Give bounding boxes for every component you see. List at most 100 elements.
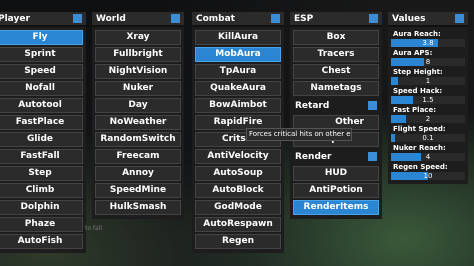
- render-title: Render: [295, 151, 332, 162]
- combat-title: Combat: [196, 13, 235, 24]
- value-label: Flight Speed:: [393, 125, 446, 133]
- module-autosoup[interactable]: AutoSoup: [195, 166, 281, 181]
- module-dolphin[interactable]: Dolphin: [0, 200, 83, 215]
- player-panel: Fly Sprint Speed Nofall Autotool FastPla…: [0, 27, 86, 253]
- module-autorespawn[interactable]: AutoRespawn: [195, 217, 281, 232]
- value-slider[interactable]: 8: [391, 58, 465, 66]
- chat-text: to fall: [85, 225, 103, 232]
- value-row-regen-speed: Regen Speed: 10: [391, 163, 465, 180]
- values-header[interactable]: Values: [388, 12, 468, 27]
- value-slider[interactable]: 10: [391, 172, 465, 180]
- value-row-aura-reach: Aura Reach: 3.8: [391, 30, 465, 47]
- esp-title: ESP: [294, 13, 314, 24]
- player-header[interactable]: Player: [0, 12, 86, 27]
- player-column: Player Fly Sprint Speed Nofall Autotool …: [0, 12, 86, 253]
- value-row-nuker-reach: Nuker Reach: 4: [391, 144, 465, 161]
- module-bowaimbot[interactable]: BowAimbot: [195, 98, 281, 113]
- collapse-toggle-icon[interactable]: [368, 152, 377, 161]
- value-slider[interactable]: 4: [391, 153, 465, 161]
- module-hulksmash[interactable]: HulkSmash: [95, 200, 181, 215]
- value-text: 3.8: [422, 39, 434, 47]
- value-text: 8: [425, 58, 431, 66]
- values-title: Values: [392, 13, 426, 24]
- module-renderitems[interactable]: RenderItems: [293, 200, 379, 215]
- module-autoblock[interactable]: AutoBlock: [195, 183, 281, 198]
- collapse-toggle-icon[interactable]: [73, 14, 82, 23]
- value-label: Fast Place:: [393, 106, 436, 114]
- value-row-step-height: Step Height: 1: [391, 68, 465, 85]
- value-text: 10: [423, 172, 433, 180]
- value-row-aura-aps: Aura APS: 8: [391, 49, 465, 66]
- world-title: World: [96, 13, 126, 24]
- module-tpaura[interactable]: TpAura: [195, 64, 281, 79]
- module-noweather[interactable]: NoWeather: [95, 115, 181, 130]
- collapse-toggle-icon[interactable]: [369, 14, 378, 23]
- module-speed[interactable]: Speed: [0, 64, 83, 79]
- value-text: 4: [425, 153, 431, 161]
- collapse-toggle-icon[interactable]: [455, 14, 464, 23]
- world-header[interactable]: World: [92, 12, 184, 27]
- collapse-toggle-icon[interactable]: [171, 14, 180, 23]
- module-hud[interactable]: HUD: [293, 166, 379, 181]
- combat-header[interactable]: Combat: [192, 12, 284, 27]
- module-autotool[interactable]: Autotool: [0, 98, 83, 113]
- module-glide[interactable]: Glide: [0, 132, 83, 147]
- value-text: 1.5: [422, 96, 434, 104]
- module-freecam[interactable]: Freecam: [95, 149, 181, 164]
- collapse-toggle-icon[interactable]: [368, 101, 377, 110]
- values-panel: Aura Reach: 3.8 Aura APS: 8 Step Height:…: [388, 27, 468, 184]
- value-row-speed-hack: Speed Hack: 1.5: [391, 87, 465, 104]
- module-fastfall[interactable]: FastFall: [0, 149, 83, 164]
- module-killaura[interactable]: KillAura: [195, 30, 281, 45]
- values-column: Values Aura Reach: 3.8 Aura APS: 8 Step …: [388, 12, 468, 184]
- module-regen[interactable]: Regen: [195, 234, 281, 249]
- module-nightvision[interactable]: NightVision: [95, 64, 181, 79]
- player-title: Player: [0, 13, 30, 24]
- value-text: 0.1: [422, 134, 434, 142]
- module-antipotion[interactable]: AntiPotion: [293, 183, 379, 198]
- render-header[interactable]: Render: [293, 149, 379, 164]
- module-autofish[interactable]: AutoFish: [0, 234, 83, 249]
- module-nametags[interactable]: Nametags: [293, 81, 379, 96]
- module-xray[interactable]: Xray: [95, 30, 181, 45]
- esp-column: ESP Box Tracers Chest Nametags Retard Ot…: [290, 12, 382, 219]
- module-speedmine[interactable]: SpeedMine: [95, 183, 181, 198]
- value-label: Speed Hack:: [393, 87, 443, 95]
- module-step[interactable]: Step: [0, 166, 83, 181]
- module-annoy[interactable]: Annoy: [95, 166, 181, 181]
- value-row-fast-place: Fast Place: 2: [391, 106, 465, 123]
- module-day[interactable]: Day: [95, 98, 181, 113]
- esp-header[interactable]: ESP: [290, 12, 382, 27]
- value-slider[interactable]: 2: [391, 115, 465, 123]
- module-fly[interactable]: Fly: [0, 30, 83, 45]
- value-slider[interactable]: 1: [391, 77, 465, 85]
- module-box[interactable]: Box: [293, 30, 379, 45]
- module-mobaura[interactable]: MobAura: [195, 47, 281, 62]
- module-quakeaura[interactable]: QuakeAura: [195, 81, 281, 96]
- module-tracers[interactable]: Tracers: [293, 47, 379, 62]
- value-slider[interactable]: 3.8: [391, 39, 465, 47]
- module-fastplace[interactable]: FastPlace: [0, 115, 83, 130]
- module-nofall[interactable]: Nofall: [0, 81, 83, 96]
- module-phaze[interactable]: Phaze: [0, 217, 83, 232]
- module-antivelocity[interactable]: AntiVelocity: [195, 149, 281, 164]
- module-randomswitch[interactable]: RandomSwitch: [95, 132, 181, 147]
- value-slider[interactable]: 0.1: [391, 134, 465, 142]
- value-text: 1: [425, 77, 431, 85]
- module-fullbright[interactable]: Fullbright: [95, 47, 181, 62]
- esp-panel: Box Tracers Chest Nametags Retard Other …: [290, 27, 382, 219]
- value-label: Regen Speed:: [393, 163, 448, 171]
- module-sprint[interactable]: Sprint: [0, 47, 83, 62]
- value-label: Step Height:: [393, 68, 443, 76]
- value-label: Aura Reach:: [393, 30, 441, 38]
- retard-header[interactable]: Retard: [293, 98, 379, 113]
- module-tooltip: Forces critical hits on other entities: [246, 128, 352, 141]
- value-label: Aura APS:: [393, 49, 433, 57]
- module-nuker[interactable]: Nuker: [95, 81, 181, 96]
- collapse-toggle-icon[interactable]: [271, 14, 280, 23]
- value-slider[interactable]: 1.5: [391, 96, 465, 104]
- module-chest[interactable]: Chest: [293, 64, 379, 79]
- module-climb[interactable]: Climb: [0, 183, 83, 198]
- value-label: Nuker Reach:: [393, 144, 446, 152]
- module-godmode[interactable]: GodMode: [195, 200, 281, 215]
